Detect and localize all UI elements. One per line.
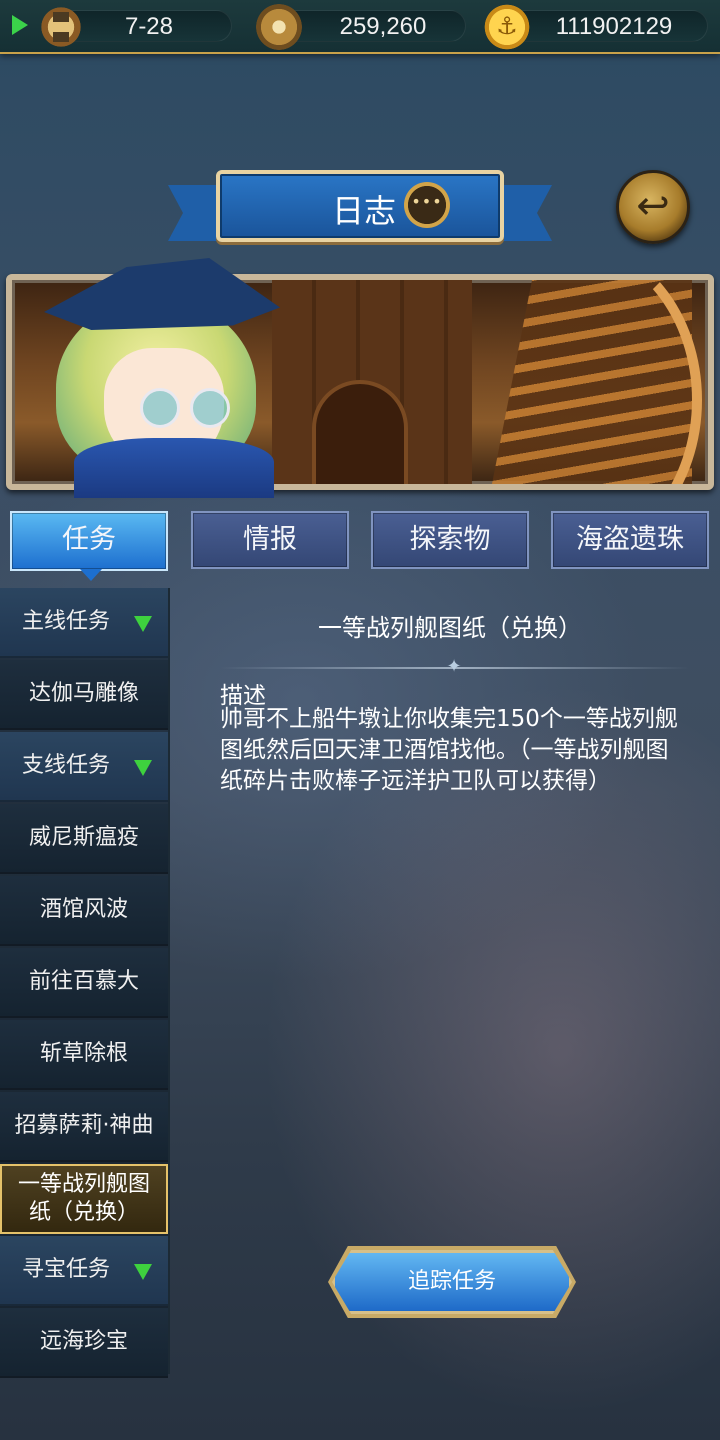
chat-icon[interactable]	[404, 182, 450, 228]
arrow-down-icon	[134, 760, 152, 776]
page-title: 日志	[332, 192, 397, 230]
quest-item[interactable]: 前往百慕大	[0, 948, 168, 1018]
compass-icon	[256, 4, 302, 50]
anchor-coin-icon: ⚓	[484, 4, 530, 50]
quest-item[interactable]: 远海珍宝	[0, 1308, 168, 1378]
tab-intel[interactable]: 情报	[191, 511, 349, 569]
hourglass-icon	[38, 4, 84, 50]
track-quest-button[interactable]: 追踪任务	[332, 1250, 572, 1314]
npc-cloak	[74, 438, 274, 498]
gold-value: 111902129	[555, 13, 673, 40]
top-status-bar: 7-28 259,260 111902129 ⚓	[0, 0, 720, 54]
tab-discoveries[interactable]: 探索物	[371, 511, 529, 569]
back-arrow-icon: ↩	[636, 183, 670, 229]
quest-sidebar: 主线任务 达伽马雕像 支线任务 威尼斯瘟疫 酒馆风波 前往百慕大 斩草除根 招募…	[0, 588, 170, 1378]
category-side-quests[interactable]: 支线任务	[0, 732, 168, 802]
divider-ornament-icon: ✦	[446, 656, 462, 677]
tavern-door	[312, 380, 408, 484]
category-main-quests[interactable]: 主线任务	[0, 588, 168, 658]
quest-item[interactable]: 达伽马雕像	[0, 660, 168, 730]
quest-item-selected[interactable]: 一等战列舰图纸（兑换）	[0, 1164, 168, 1234]
gold-resource: 111902129	[508, 10, 708, 42]
category-label: 支线任务	[22, 753, 111, 778]
category-label: 寻宝任务	[22, 1257, 111, 1282]
category-label: 主线任务	[22, 609, 111, 634]
tab-pirate-treasure[interactable]: 海盗遗珠	[551, 511, 709, 569]
npc-glasses-left	[140, 388, 180, 428]
category-treasure-quests[interactable]: 寻宝任务	[0, 1236, 168, 1306]
npc-portrait	[4, 258, 280, 498]
description-text: 帅哥不上船牛墩让你收集完150个一等战列舰图纸然后回天津卫酒馆找他。（一等战列舰…	[220, 706, 678, 794]
quest-item[interactable]: 斩草除根	[0, 1020, 168, 1090]
quest-item[interactable]: 酒馆风波	[0, 876, 168, 946]
compass-value: 259,260	[339, 13, 427, 40]
arrow-down-icon	[134, 1264, 152, 1280]
tab-quests[interactable]: 任务	[10, 511, 168, 581]
title-plate: 日志	[216, 170, 504, 242]
quest-title: 一等战列舰图纸（兑换）	[318, 614, 582, 642]
compass-resource: 259,260	[280, 10, 466, 42]
npc-glasses-right	[190, 388, 230, 428]
play-icon[interactable]	[12, 15, 28, 35]
quest-item[interactable]: 威尼斯瘟疫	[0, 804, 168, 874]
back-button[interactable]: ↩	[616, 170, 690, 244]
quest-item[interactable]: 招募萨莉·神曲	[0, 1092, 168, 1162]
stair-rail	[442, 280, 702, 484]
arrow-down-icon	[134, 616, 152, 632]
